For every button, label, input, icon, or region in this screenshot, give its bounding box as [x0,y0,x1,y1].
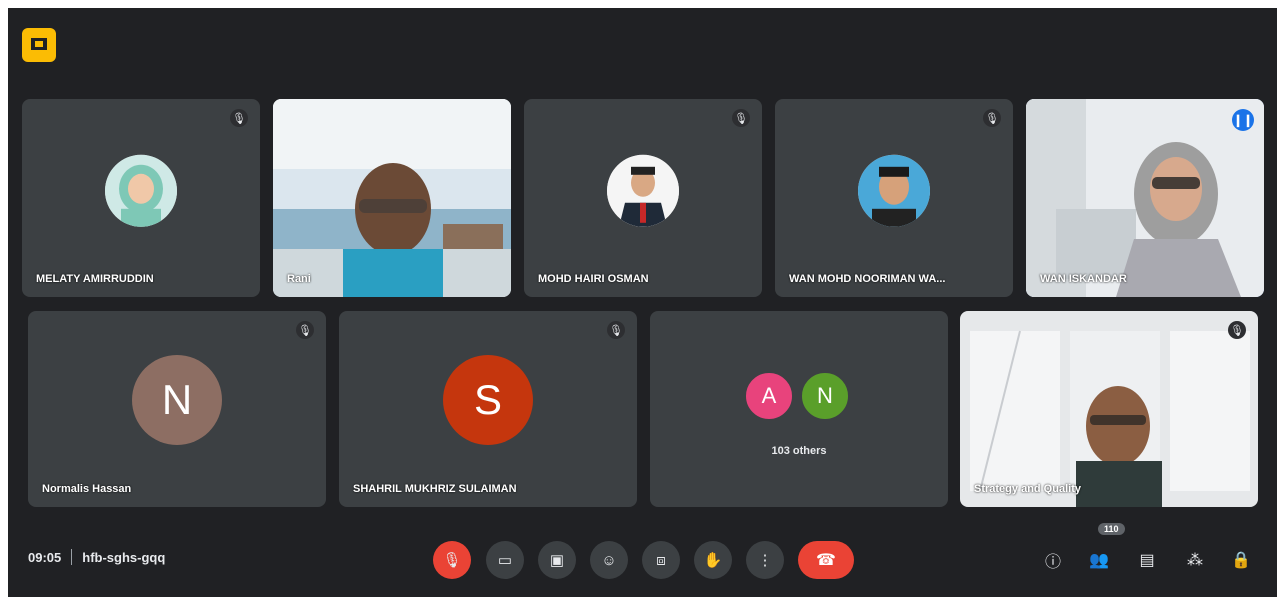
participant-video-tile[interactable]: 🎙 Strategy and Quality [960,311,1258,507]
mic-toggle-button[interactable]: 🎙 [433,541,471,579]
mic-off-icon: 🎙 [1228,321,1246,339]
present-button[interactable]: ⧈ [642,541,680,579]
avatar: N [800,371,850,421]
activities-icon: ⁂ [1187,552,1203,569]
lock-icon: 🔒 [1231,552,1251,569]
raise-hand-button[interactable]: ✋ [694,541,732,579]
participant-name: Rani [287,273,311,285]
participant-name: Strategy and Quality [974,483,1081,495]
participant-tile[interactable]: 🎙 WAN MOHD NOORIMAN WA... [775,99,1013,297]
participant-name: MELATY AMIRRUDDIN [36,273,154,285]
avatar: A [744,371,794,421]
meeting-details-button[interactable]: ⓘ [1040,547,1066,573]
hang-up-button[interactable]: ☎ [798,541,854,579]
mic-off-icon: 🎙 [732,109,750,127]
mic-off-icon: 🎙 [983,109,1001,127]
avatar: S [443,355,533,445]
divider [71,549,73,565]
participant-name: SHAHRIL MUKHRIZ SULAIMAN [353,483,517,495]
participant-tile[interactable]: 🎙 MELATY AMIRRUDDIN [22,99,260,297]
meeting-window: 🎙 MELATY AMIRRUDDIN Rani 🎙 MOHD HAIRI OS… [8,8,1277,597]
participant-video [1026,99,1264,297]
camera-toggle-button[interactable]: ▭ [486,541,524,579]
people-button[interactable]: 👥 [1086,547,1112,573]
speaking-indicator-icon: ❙❙ [1232,109,1254,131]
host-controls-button[interactable]: 🔒 [1228,547,1254,573]
meeting-code: hfb-sghs-gqq [82,549,166,565]
participant-count-badge: 110 [1098,523,1125,535]
participant-video-tile[interactable]: ❙❙ WAN ISKANDAR [1026,99,1264,297]
info-icon: ⓘ [1044,554,1061,571]
people-icon: 👥 [1089,552,1109,569]
participant-name: MOHD HAIRI OSMAN [538,273,649,285]
participant-tile[interactable]: 🎙 N Normalis Hassan [28,311,326,507]
participant-video [273,99,511,297]
camera-icon: ▭ [497,552,513,569]
participant-tile[interactable]: 🎙 MOHD HAIRI OSMAN [524,99,762,297]
mic-off-icon: 🎙 [442,552,462,569]
avatar [105,154,177,227]
emoji-button[interactable]: ☺ [590,541,628,579]
participant-video-tile[interactable]: Rani [273,99,511,297]
more-options-icon: ⋮ [757,552,773,569]
participant-name: WAN ISKANDAR [1040,273,1127,285]
others-tile[interactable]: A N 103 others [650,311,948,507]
meeting-info: 09:05 hfb-sghs-gqq [28,549,165,565]
participant-name: WAN MOHD NOORIMAN WA... [789,273,946,285]
bottom-control-bar: 09:05 hfb-sghs-gqq 🎙 ▭ ▣ ☺ ⧈ ✋ ⋮ ☎ ⓘ 110… [8,523,1277,597]
mic-off-icon: 🎙 [296,321,314,339]
hang-up-icon: ☎ [816,552,836,569]
activities-button[interactable]: ⁂ [1182,547,1208,573]
avatar: N [132,355,222,445]
more-options-button[interactable]: ⋮ [746,541,784,579]
chat-icon: ▤ [1139,552,1155,569]
captions-button[interactable]: ▣ [538,541,576,579]
presentation-badge[interactable] [22,28,56,62]
mic-off-icon: 🎙 [230,109,248,127]
avatar [607,154,679,227]
participant-name: Normalis Hassan [42,483,132,495]
participant-video [960,311,1258,507]
presentation-icon [31,38,47,50]
chat-button[interactable]: ▤ [1134,547,1160,573]
present-icon: ⧈ [656,551,666,569]
captions-icon: ▣ [549,552,565,569]
emoji-icon: ☺ [601,551,617,569]
meeting-time: 09:05 [28,549,62,565]
mic-off-icon: 🎙 [607,321,625,339]
others-count: 103 others [771,445,827,457]
participant-tile[interactable]: 🎙 S SHAHRIL MUKHRIZ SULAIMAN [339,311,637,507]
raise-hand-icon: ✋ [703,552,723,569]
avatar [858,154,930,227]
